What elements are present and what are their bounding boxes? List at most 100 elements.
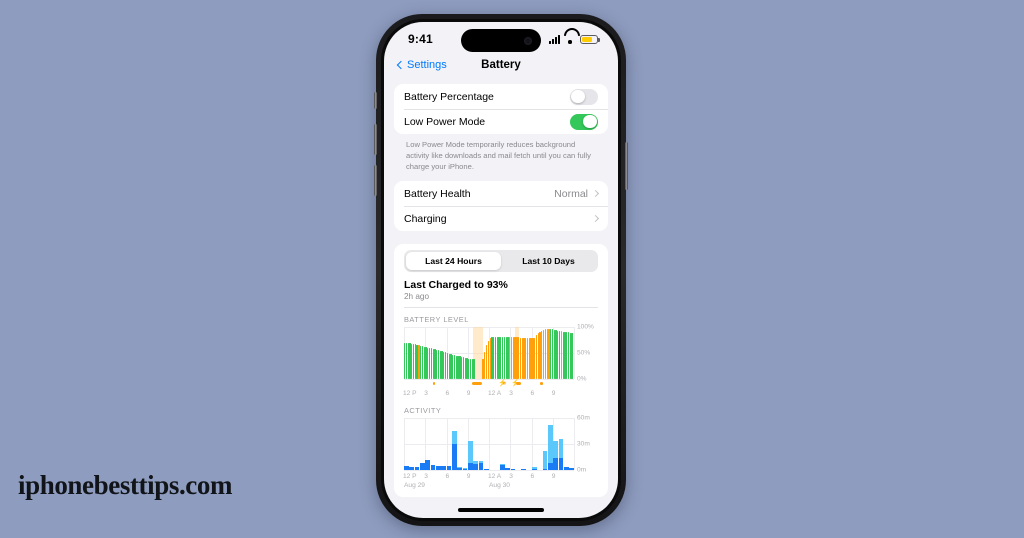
volume-down-button[interactable] (374, 165, 377, 196)
row-battery-percentage[interactable]: Battery Percentage (394, 84, 608, 109)
activity-bar (451, 431, 457, 470)
x-tick: 12 P (403, 473, 417, 480)
x-tick: 3 (509, 390, 513, 397)
activity-plot (404, 418, 575, 471)
battery-level-bar (526, 337, 529, 379)
phone-bezel: 9:41 Settings Battery Battery Percentage… (381, 19, 621, 521)
battery-percentage-label: Battery Percentage (404, 90, 494, 103)
activity-bar (473, 461, 479, 470)
battery-level-bar (421, 346, 424, 379)
back-button-label: Settings (407, 59, 447, 71)
date-label: Aug 29 (404, 482, 425, 489)
activity-bar (419, 463, 425, 470)
x-tick: 9 (466, 473, 471, 480)
iphone-device-frame: 9:41 Settings Battery Battery Percentage… (374, 14, 628, 526)
activity-y-axis: 60m 30m 0m (574, 414, 598, 474)
battery-level-bar (437, 350, 440, 379)
battery-level-section-label: BATTERY LEVEL (404, 315, 469, 324)
battery-level-bar (462, 357, 465, 379)
battery-percentage-toggle[interactable] (570, 88, 598, 105)
charging-marker (472, 381, 483, 385)
low-power-mode-label: Low Power Mode (404, 115, 486, 128)
x-tick: 12 A (488, 473, 502, 480)
battery-level-bar (544, 329, 546, 379)
battery-level-bar (487, 340, 489, 379)
battery-info-card: Battery Health Normal Charging (394, 181, 608, 231)
x-tick: 3 (424, 473, 428, 480)
watermark: iphonebesttips.com (18, 470, 233, 500)
battery-low-power-icon (580, 34, 600, 44)
battery-level-chart: 100% 50% 0% (402, 323, 600, 383)
battery-health-label: Battery Health (404, 187, 471, 200)
x-tick: 9 (551, 473, 556, 480)
activity-bar (547, 424, 553, 470)
last-charged-subtitle: 2h ago (404, 292, 430, 301)
x-tick: 9 (466, 390, 471, 397)
y-tick: 50% (577, 349, 591, 357)
last-charged-title: Last Charged to 93% (404, 279, 508, 291)
mute-switch-button[interactable] (374, 92, 377, 109)
page-title: Battery (481, 59, 521, 71)
battery-level-bar (535, 334, 538, 379)
chevron-right-icon (591, 214, 600, 223)
battery-level-plot (404, 327, 575, 380)
battery-level-bar (412, 343, 415, 379)
activity-bar (553, 440, 559, 470)
front-camera-icon (524, 36, 532, 45)
battery-level-bar (519, 337, 522, 379)
x-tick: 12 A (488, 390, 502, 397)
battery-level-bar (494, 337, 497, 379)
chart-date-labels: Aug 29 Aug 30 (402, 482, 600, 493)
volume-up-button[interactable] (374, 124, 377, 155)
battery-level-bar (567, 332, 570, 379)
activity-bar (425, 460, 431, 470)
x-tick: 3 (509, 473, 513, 480)
low-power-mode-toggle[interactable] (570, 113, 598, 130)
x-tick: 6 (445, 390, 450, 397)
tab-last-24-hours[interactable]: Last 24 Hours (406, 252, 501, 270)
back-to-settings-button[interactable]: Settings (396, 59, 447, 71)
navigation-bar: Settings Battery (384, 52, 618, 78)
battery-health-value: Normal (554, 187, 588, 200)
charging-marker (432, 382, 436, 385)
row-charging[interactable]: Charging (394, 206, 608, 231)
charging-marker (516, 381, 522, 385)
chevron-left-icon (396, 60, 406, 70)
battery-level-bar (473, 359, 475, 379)
chevron-right-icon (591, 189, 600, 198)
battery-level-bar (560, 331, 563, 379)
battery-level-bar (510, 337, 513, 379)
battery-level-bar (446, 353, 449, 379)
battery-level-bar (551, 329, 554, 379)
battery-level-bar (405, 342, 408, 379)
wifi-icon (564, 35, 576, 44)
home-indicator[interactable] (458, 508, 544, 512)
power-button[interactable] (625, 142, 628, 190)
battery-level-x-axis: 12 P 3 6 9 12 A 3 6 9 (402, 387, 600, 399)
row-battery-health[interactable]: Battery Health Normal (394, 181, 608, 206)
activity-bar (558, 438, 564, 470)
x-tick: 12 P (403, 390, 417, 397)
activity-bar (467, 440, 473, 470)
battery-level-bar (430, 348, 432, 379)
activity-chart: 60m 30m 0m (402, 414, 600, 474)
phone-screen: 9:41 Settings Battery Battery Percentage… (384, 22, 618, 518)
battery-level-bar (453, 355, 456, 379)
battery-level-bar (469, 358, 472, 379)
time-range-segmented-control[interactable]: Last 24 Hours Last 10 Days (404, 250, 598, 272)
tab-last-10-days[interactable]: Last 10 Days (501, 252, 596, 270)
activity-x-axis: 12 P 3 6 9 12 A 3 6 9 (402, 470, 600, 482)
date-label: Aug 30 (489, 482, 510, 489)
y-tick: 100% (577, 323, 594, 331)
cellular-bars-icon (549, 34, 560, 44)
usage-card: Last 24 Hours Last 10 Days Last Charged … (394, 244, 608, 497)
charging-markers-strip: ⚡⏸⚡ (404, 379, 598, 387)
status-bar-time: 9:41 (408, 32, 433, 46)
y-tick: 60m (577, 414, 590, 422)
row-low-power-mode[interactable]: Low Power Mode (394, 109, 608, 134)
charging-marker (540, 382, 543, 385)
x-tick: 3 (424, 390, 428, 397)
dynamic-island (461, 29, 541, 52)
status-bar: 9:41 (384, 22, 618, 52)
activity-bar (542, 450, 548, 470)
